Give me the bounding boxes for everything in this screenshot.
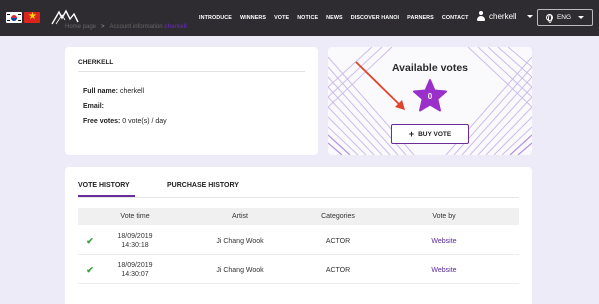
chevron-down-icon xyxy=(526,14,533,18)
table-row: ✔ 18/09/2019 14:30:07 Ji Chang Wook ACTO… xyxy=(78,256,519,284)
chevron-down-icon xyxy=(578,16,585,19)
vote-by-link[interactable]: Website xyxy=(404,256,484,284)
breadcrumb-section[interactable]: Account information xyxy=(110,24,163,30)
table-header: Vote time Artist Categories Vote by xyxy=(78,208,519,225)
vote-date: 18/09/2019 xyxy=(117,262,153,269)
user-name: cherkell xyxy=(489,11,517,21)
nav-partners[interactable]: PARNERS xyxy=(407,14,434,22)
breadcrumb-home[interactable]: Home page xyxy=(65,24,96,30)
divider xyxy=(78,71,305,72)
tab-vote-history[interactable]: VOTE HISTORY xyxy=(78,182,130,189)
vote-clock: 14:30:18 xyxy=(121,242,149,249)
breadcrumb: Home page > Account information cherkell xyxy=(65,24,187,30)
email-label: Email: xyxy=(83,103,105,110)
main-nav: INTRODUCE WINNERS VOTE NOTICE NEWS DISCO… xyxy=(199,14,477,22)
user-menu[interactable]: cherkell xyxy=(476,11,533,21)
history-card: VOTE HISTORY PURCHASE HISTORY Vote time … xyxy=(65,167,532,304)
category-cell: ACTOR xyxy=(325,266,351,274)
nav-introduce[interactable]: INTRODUCE xyxy=(199,14,232,22)
col-artist: Artist xyxy=(232,213,248,220)
full-name-label: Full name: xyxy=(83,88,119,95)
full-name-row: Full name: cherkell xyxy=(83,88,144,95)
nav-contact[interactable]: CONTACT xyxy=(442,14,469,22)
free-votes-row: Free votes: 0 vote(s) / day xyxy=(83,118,167,125)
account-title: CHERKELL xyxy=(78,59,114,66)
nav-discover-hanoi[interactable]: DISCOVER HANOI xyxy=(351,14,399,22)
vote-date: 18/09/2019 xyxy=(117,233,153,240)
nav-vote[interactable]: VOTE xyxy=(274,14,289,22)
nav-winners[interactable]: WINNERS xyxy=(240,14,266,22)
divider xyxy=(78,197,519,198)
check-icon: ✔ xyxy=(86,264,94,275)
vote-time-cell: 18/09/2019 14:30:18 xyxy=(100,227,170,255)
globe-icon xyxy=(545,14,553,23)
free-votes-label: Free votes: xyxy=(83,118,121,125)
free-votes-value: 0 vote(s) / day xyxy=(120,118,167,125)
language-label: ENG xyxy=(556,14,572,21)
col-vote-time: Vote time xyxy=(120,213,150,220)
arrow-icon xyxy=(355,61,405,110)
artist-cell: Ji Chang Wook xyxy=(216,237,264,245)
vietnam-flag-icon[interactable]: ★ xyxy=(24,11,40,23)
col-vote-by: Vote by xyxy=(432,213,456,220)
email-row: Email: xyxy=(83,103,104,110)
artist-cell: Ji Chang Wook xyxy=(216,266,264,274)
top-header: ★ INTRODUCE WINNERS VOTE NOTICE NEWS DIS… xyxy=(0,0,599,36)
nav-news[interactable]: NEWS xyxy=(326,14,343,22)
breadcrumb-current: cherkell xyxy=(164,24,187,30)
check-icon: ✔ xyxy=(86,235,94,246)
vote-count: 0 xyxy=(427,92,433,101)
full-name-value: cherkell xyxy=(118,88,145,95)
nav-notice[interactable]: NOTICE xyxy=(297,14,318,22)
vote-time-cell: 18/09/2019 14:30:07 xyxy=(100,256,170,284)
available-votes-card: Available votes 0 + BUY VOTE xyxy=(328,47,532,155)
vote-by-link[interactable]: Website xyxy=(404,227,484,255)
buy-vote-label: BUY VOTE xyxy=(418,130,452,138)
plus-icon: + xyxy=(408,129,415,139)
category-cell: ACTOR xyxy=(325,237,351,245)
user-icon xyxy=(476,11,485,21)
col-categories: Categories xyxy=(321,213,355,220)
vote-clock: 14:30:07 xyxy=(121,271,149,278)
table-row: ✔ 18/09/2019 14:30:18 Ji Chang Wook ACTO… xyxy=(78,227,519,255)
korean-flag-icon[interactable] xyxy=(6,12,22,23)
language-selector[interactable]: ENG xyxy=(537,9,593,26)
account-card: CHERKELL Full name: cherkell Email: Free… xyxy=(65,47,318,155)
buy-vote-button[interactable]: + BUY VOTE xyxy=(391,124,469,144)
tab-purchase-history[interactable]: PURCHASE HISTORY xyxy=(167,182,239,189)
